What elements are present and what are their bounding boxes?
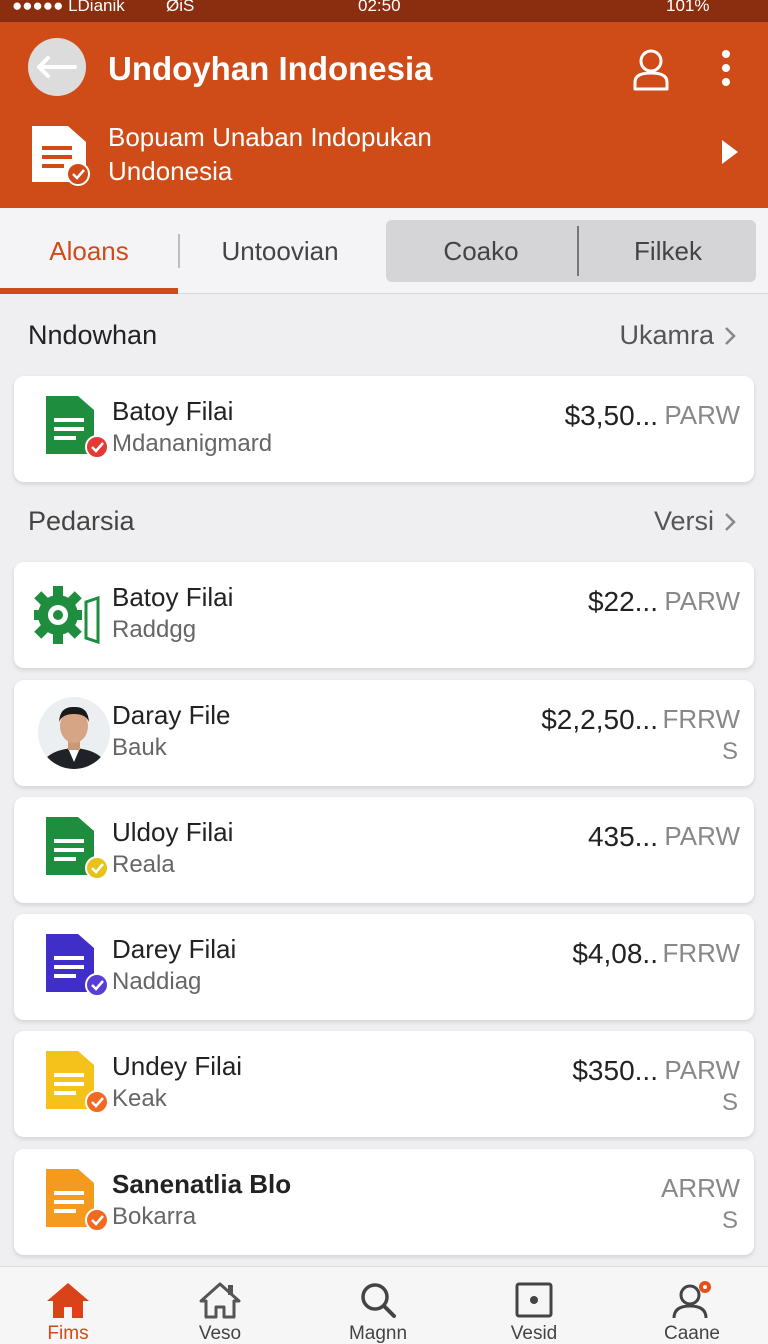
page-title: Undoyhan Indonesia xyxy=(108,50,433,87)
section-title: Pedarsia xyxy=(28,506,135,536)
green-document-icon xyxy=(46,396,109,459)
item-name: Batoy Filai xyxy=(112,396,234,426)
tab-filkek[interactable]: Filkek xyxy=(580,208,756,294)
item-name: Sanenatlia Blo xyxy=(112,1169,292,1199)
nav-search[interactable]: Magnn xyxy=(318,1267,438,1344)
item-name: Darey Filai xyxy=(112,934,237,964)
home-icon xyxy=(47,1283,89,1318)
list-item[interactable]: Uldoy Filai Reala 435... PARW xyxy=(14,797,754,903)
status-bar: ●●●●● LDianik ØiS 02:50 101% xyxy=(0,0,768,22)
nav-label: Magnn xyxy=(348,1323,408,1344)
item-subtitle: Reala xyxy=(112,851,175,878)
purple-document-icon xyxy=(46,934,109,997)
subtitle-line-1: Bopuam Unaban Indopukan xyxy=(108,122,432,152)
nav-label: Caane xyxy=(664,1323,720,1344)
item-amount: $4,08.. xyxy=(572,938,658,969)
tab-divider xyxy=(577,226,579,276)
list-item[interactable]: Batoy Filai Raddgg $22... PARW xyxy=(14,562,754,668)
item-amount: $350... xyxy=(572,1055,658,1086)
app-header: Undoyhan Indonesia Bopuam Unaban Indopuk… xyxy=(0,22,768,208)
item-name: Daray File xyxy=(112,700,231,730)
orange-document-icon xyxy=(46,1169,109,1232)
item-code-suffix: S xyxy=(721,1089,738,1116)
section-link-ukamra[interactable]: Ukamra xyxy=(619,320,736,351)
item-code: PARW xyxy=(664,1055,740,1085)
nav-label: Vesid xyxy=(510,1323,558,1344)
section-title: Nndowhan xyxy=(28,320,158,350)
item-name: Undey Filai xyxy=(112,1051,243,1081)
tab-aloans[interactable]: Aloans xyxy=(0,208,178,294)
item-subtitle: Bauk xyxy=(112,734,167,761)
media-frame-icon xyxy=(515,1282,553,1318)
chevron-right-icon xyxy=(725,512,736,531)
header-document-icon xyxy=(32,126,90,186)
item-code: PARW xyxy=(664,400,740,430)
person-avatar xyxy=(38,697,110,769)
item-subtitle: Naddiag xyxy=(112,968,202,995)
house-outline-icon xyxy=(199,1282,241,1319)
list-item[interactable]: Undey Filai Keak $350... PARW S xyxy=(14,1031,754,1137)
section-link-label: Ukamra xyxy=(619,320,714,350)
nav-veso[interactable]: Veso xyxy=(160,1267,280,1344)
item-code-suffix: S xyxy=(721,738,738,765)
person-icon xyxy=(672,1281,711,1319)
network-label: ØiS xyxy=(166,0,195,15)
tab-coako[interactable]: Coako xyxy=(386,208,576,294)
time-label: 02:50 xyxy=(358,0,401,15)
section-link-versi[interactable]: Versi xyxy=(654,506,736,537)
list-item[interactable]: Daray File Bauk $2,2,50... FRRW S xyxy=(14,680,754,786)
item-amount: 435... xyxy=(587,821,658,852)
nav-profile[interactable]: Caane xyxy=(632,1267,752,1344)
forward-arrow-icon[interactable] xyxy=(714,136,744,168)
back-arrow-icon xyxy=(37,56,77,78)
item-amount: $3,50... xyxy=(564,400,658,431)
section-link-label: Versi xyxy=(653,506,714,536)
item-code: FRRW xyxy=(662,938,740,968)
tab-bar: Aloans Untoovian Coako Filkek xyxy=(0,208,768,294)
item-code: PARW xyxy=(664,821,740,851)
green-document-icon xyxy=(46,817,109,880)
header-subtitle: Bopuam Unaban Indopukan Undonesia xyxy=(108,120,432,188)
item-code-suffix: S xyxy=(721,1207,738,1234)
list-item[interactable]: Darey Filai Naddiag $4,08.. FRRW xyxy=(14,914,754,1020)
item-name: Uldoy Filai xyxy=(112,817,234,847)
search-icon xyxy=(361,1283,396,1318)
item-subtitle: Raddgg xyxy=(112,616,197,643)
battery-label: 101% xyxy=(666,0,710,15)
item-code: FRRW xyxy=(662,704,740,734)
item-amount: $2,2,50... xyxy=(541,704,658,735)
item-subtitle: Keak xyxy=(112,1085,167,1112)
item-subtitle: Mdananigmard xyxy=(112,430,273,457)
item-amount: $22... xyxy=(587,586,658,617)
carrier-label: ●●●●● LDianik xyxy=(12,0,125,15)
chevron-right-icon xyxy=(725,326,736,345)
nav-label: Fims xyxy=(47,1323,89,1344)
yellow-document-icon xyxy=(46,1051,109,1114)
back-button[interactable] xyxy=(28,38,86,96)
active-tab-indicator xyxy=(0,288,178,294)
list-item[interactable]: Batoy Filai Mdananigmard $3,50... PARW xyxy=(14,376,754,482)
item-name: Batoy Filai xyxy=(112,582,234,612)
green-gear-icon xyxy=(34,586,100,645)
list-item[interactable]: Sanenatlia Blo Bokarra ARRW S xyxy=(14,1149,754,1255)
more-options-icon[interactable] xyxy=(712,48,740,88)
bottom-navigation: Fims Veso Magnn Vesid Caane xyxy=(0,1266,768,1344)
subtitle-line-2: Undonesia xyxy=(108,156,233,186)
nav-vesid[interactable]: Vesid xyxy=(474,1267,594,1344)
item-subtitle: Bokarra xyxy=(112,1203,197,1230)
nav-label: Veso xyxy=(198,1323,242,1344)
item-code: ARRW xyxy=(661,1173,740,1203)
nav-home[interactable]: Fims xyxy=(8,1267,128,1344)
tab-untoovian[interactable]: Untoovian xyxy=(180,208,380,294)
item-code: PARW xyxy=(664,586,740,616)
profile-icon[interactable] xyxy=(630,46,672,92)
